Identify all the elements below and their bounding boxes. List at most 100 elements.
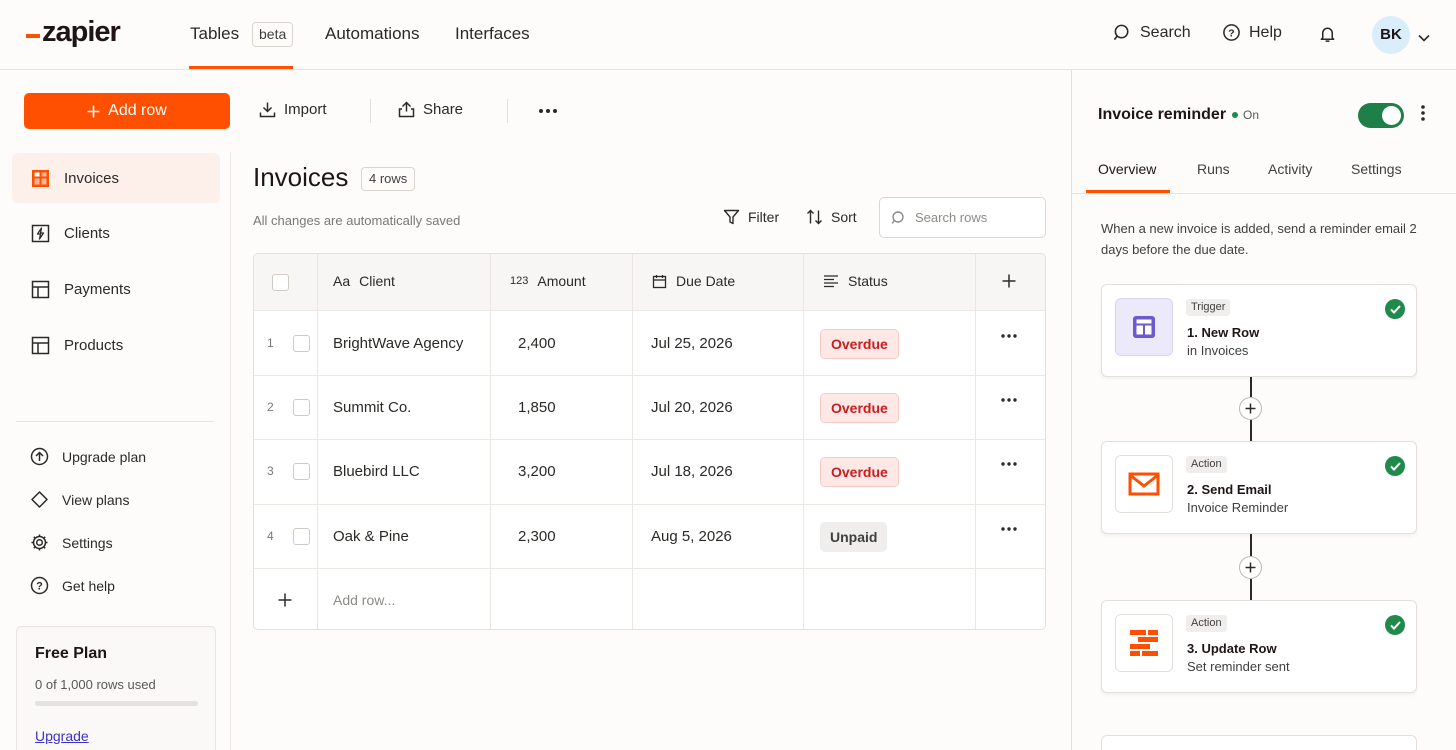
client-cell[interactable]: Summit Co.	[333, 399, 411, 416]
zap-step-partial	[1101, 735, 1417, 750]
add-step-button[interactable]	[1239, 397, 1262, 420]
zap-step-trigger[interactable]: Trigger 1. New Row in Invoices	[1101, 284, 1417, 377]
search-rows-input[interactable]: Search rows	[879, 197, 1046, 238]
tab-settings[interactable]: Settings	[1351, 161, 1402, 177]
client-cell[interactable]: BrightWave Agency	[333, 335, 463, 352]
add-row-label: Add row	[108, 102, 167, 119]
zap-step-update-row[interactable]: Action 3. Update Row Set reminder sent	[1101, 600, 1417, 693]
zap-toggle[interactable]	[1358, 103, 1404, 128]
amount-cell[interactable]: 3,200	[518, 463, 556, 480]
amount-cell[interactable]: 2,300	[518, 528, 556, 545]
search-button[interactable]: Search	[1113, 23, 1191, 42]
zap-status-label: On	[1243, 108, 1260, 122]
plan-usage: 0 of 1,000 rows used	[35, 677, 156, 692]
tab-runs[interactable]: Runs	[1197, 161, 1230, 177]
column-header-due-date[interactable]: Due Date	[652, 273, 735, 289]
share-icon	[398, 101, 415, 118]
search-label: Search	[1140, 23, 1191, 41]
due-date-cell[interactable]: Aug 5, 2026	[651, 528, 732, 545]
add-column-button[interactable]	[1002, 274, 1016, 288]
select-all-checkbox[interactable]	[272, 274, 289, 291]
row-checkbox[interactable]	[293, 463, 310, 480]
client-cell[interactable]: Oak & Pine	[333, 528, 409, 545]
zapier-tables-app-icon	[1115, 614, 1173, 672]
bolt-table-icon	[30, 223, 50, 243]
amount-cell[interactable]: 1,850	[518, 399, 556, 416]
sidebar-item-payments[interactable]: Payments	[12, 264, 220, 314]
sidebar-item-invoices[interactable]: Invoices	[12, 153, 220, 203]
account-menu-toggle[interactable]	[1418, 29, 1430, 47]
sidebar-item-label: Payments	[64, 280, 131, 298]
row-menu-button[interactable]	[1001, 334, 1017, 338]
row-checkbox[interactable]	[293, 335, 310, 352]
sort-button[interactable]: Sort	[806, 209, 857, 225]
add-row-inline[interactable]: Add row...	[333, 592, 395, 608]
tab-activity[interactable]: Activity	[1268, 161, 1312, 177]
sidebar-link-upgrade-plan[interactable]: Upgrade plan	[30, 447, 146, 466]
step-kind: Action	[1186, 456, 1227, 473]
help-circle-icon: ?	[30, 576, 49, 595]
add-step-button[interactable]	[1239, 556, 1262, 579]
plus-icon	[1002, 274, 1016, 288]
search-icon	[1113, 24, 1129, 41]
nav-interfaces[interactable]: Interfaces	[455, 24, 530, 44]
nav-tables[interactable]: Tables	[190, 24, 239, 44]
step-subtitle: Invoice Reminder	[1187, 500, 1289, 515]
notifications-button[interactable]	[1318, 24, 1337, 49]
client-cell[interactable]: Bluebird LLC	[333, 463, 420, 480]
column-header-client[interactable]: Aa Client	[333, 273, 395, 289]
amount-cell[interactable]: 2,400	[518, 335, 556, 352]
row-checkbox[interactable]	[293, 528, 310, 545]
zap-menu-button[interactable]	[1420, 104, 1426, 122]
share-button[interactable]: Share	[398, 101, 463, 118]
page-title: Invoices	[253, 162, 349, 192]
sidebar-item-label: Clients	[64, 224, 110, 242]
import-button[interactable]: Import	[259, 101, 327, 118]
due-date-cell[interactable]: Jul 20, 2026	[651, 399, 733, 416]
plus-icon	[1245, 562, 1256, 573]
row-checkbox[interactable]	[293, 399, 310, 416]
filter-button[interactable]: Filter	[723, 209, 779, 225]
zap-step-send-email[interactable]: Action 2. Send Email Invoice Reminder	[1101, 441, 1417, 534]
add-row-button[interactable]: Add row	[24, 93, 230, 129]
column-label: Status	[848, 273, 888, 289]
row-count-badge: 4 rows	[361, 167, 416, 191]
status-badge[interactable]: Overdue	[820, 329, 899, 359]
zapier-logo[interactable]: zapier	[26, 16, 121, 49]
avatar[interactable]: BK	[1372, 16, 1410, 54]
column-header-status[interactable]: Status	[823, 273, 888, 289]
nav-automations[interactable]: Automations	[325, 24, 420, 44]
more-horizontal-icon	[1001, 462, 1017, 466]
import-label: Import	[284, 101, 327, 118]
status-badge[interactable]: Overdue	[820, 457, 899, 487]
add-row-plus-button[interactable]	[278, 593, 292, 607]
sidebar-link-get-help[interactable]: ? Get help	[30, 576, 115, 595]
sidebar-section-divider	[16, 421, 214, 422]
tab-overview[interactable]: Overview	[1098, 161, 1156, 177]
row-menu-button[interactable]	[1001, 527, 1017, 531]
due-date-cell[interactable]: Jul 18, 2026	[651, 463, 733, 480]
upgrade-link[interactable]: Upgrade	[35, 728, 89, 744]
column-label: Due Date	[676, 273, 736, 289]
plan-usage-bar	[35, 701, 198, 706]
sidebar-item-products[interactable]: Products	[12, 320, 220, 370]
sort-label: Sort	[831, 209, 857, 225]
status-badge[interactable]: Unpaid	[820, 522, 888, 552]
sidebar-item-clients[interactable]: Clients	[12, 208, 220, 258]
step-title: 2. Send Email	[1187, 482, 1272, 497]
sidebar-link-settings[interactable]: Settings	[30, 533, 113, 552]
top-navigation: zapier Tables beta Automations Interface…	[0, 0, 1456, 70]
sidebar-link-view-plans[interactable]: View plans	[30, 490, 129, 509]
due-date-cell[interactable]: Jul 25, 2026	[651, 335, 733, 352]
step-connector	[1250, 579, 1252, 600]
row-menu-button[interactable]	[1001, 462, 1017, 466]
status-badge[interactable]: Overdue	[820, 393, 899, 423]
beta-badge: beta	[252, 22, 294, 47]
sidebar-link-label: Upgrade plan	[62, 448, 147, 465]
help-button[interactable]: ? Help	[1222, 23, 1282, 42]
row-menu-button[interactable]	[1001, 398, 1017, 402]
more-actions-button[interactable]	[538, 101, 558, 126]
column-label: Client	[359, 273, 395, 289]
column-label: Amount	[537, 273, 586, 289]
column-header-amount[interactable]: 123 Amount	[510, 273, 586, 289]
